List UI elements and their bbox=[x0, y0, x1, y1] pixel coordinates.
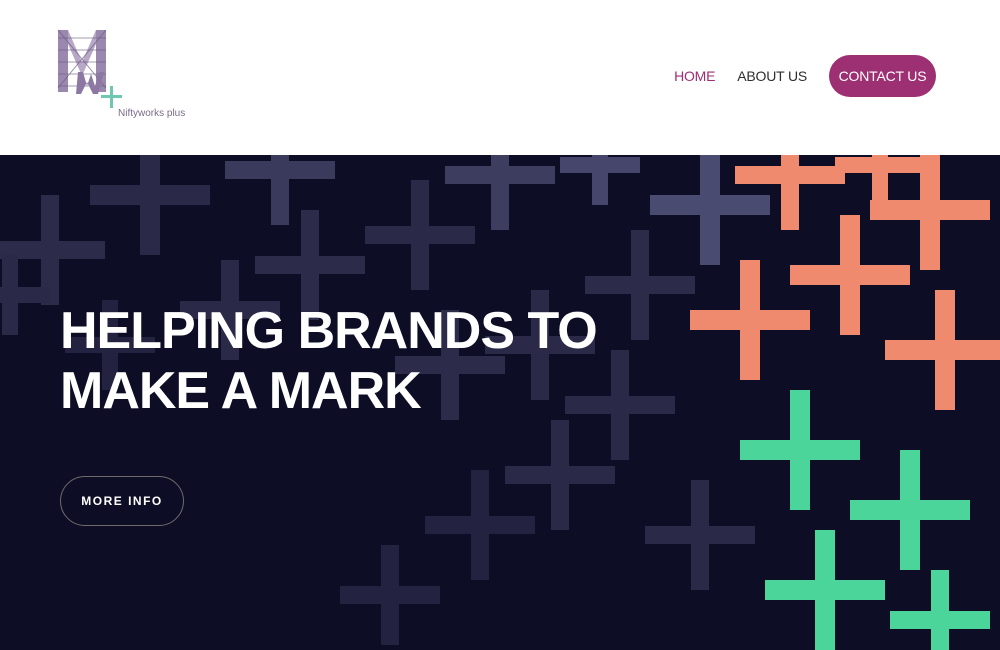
bg-plus-shape bbox=[505, 420, 615, 530]
bg-plus-shape bbox=[645, 480, 755, 590]
hero-title-line-1: HELPING BRANDS TO bbox=[60, 302, 598, 360]
site-header: Niftyworks plus HOME ABOUT US CONTACT US bbox=[0, 0, 1000, 155]
hero-title-line-2: MAKE A MARK bbox=[60, 362, 422, 420]
bg-plus-shape bbox=[365, 180, 475, 290]
bg-plus-shape bbox=[445, 155, 555, 230]
bg-plus-shape bbox=[340, 545, 440, 645]
nav-home-link[interactable]: HOME bbox=[674, 68, 715, 84]
bg-plus-shape bbox=[890, 570, 990, 650]
contact-us-button[interactable]: CONTACT US bbox=[829, 55, 936, 97]
hero-title: HELPING BRANDS TO MAKE A MARK bbox=[60, 301, 598, 421]
bg-plus-shape bbox=[90, 155, 210, 255]
bg-plus-shape bbox=[850, 450, 970, 570]
bg-plus-shape bbox=[560, 155, 640, 205]
main-nav: HOME ABOUT US CONTACT US bbox=[674, 55, 936, 97]
bg-plus-shape bbox=[765, 530, 885, 650]
site-logo[interactable]: Niftyworks plus bbox=[56, 28, 186, 128]
more-info-button[interactable]: MORE INFO bbox=[60, 476, 184, 526]
logo-text: Niftyworks plus bbox=[118, 108, 186, 119]
bg-plus-shape bbox=[585, 230, 695, 340]
hero-section: HELPING BRANDS TO MAKE A MARK MORE INFO bbox=[0, 155, 1000, 650]
logo-mark-icon bbox=[57, 29, 122, 108]
bg-plus-shape bbox=[740, 390, 860, 510]
bg-plus-shape bbox=[885, 290, 1000, 410]
bg-plus-shape bbox=[425, 470, 535, 580]
bg-plus-shape bbox=[735, 155, 845, 230]
nav-about-link[interactable]: ABOUT US bbox=[737, 68, 807, 84]
